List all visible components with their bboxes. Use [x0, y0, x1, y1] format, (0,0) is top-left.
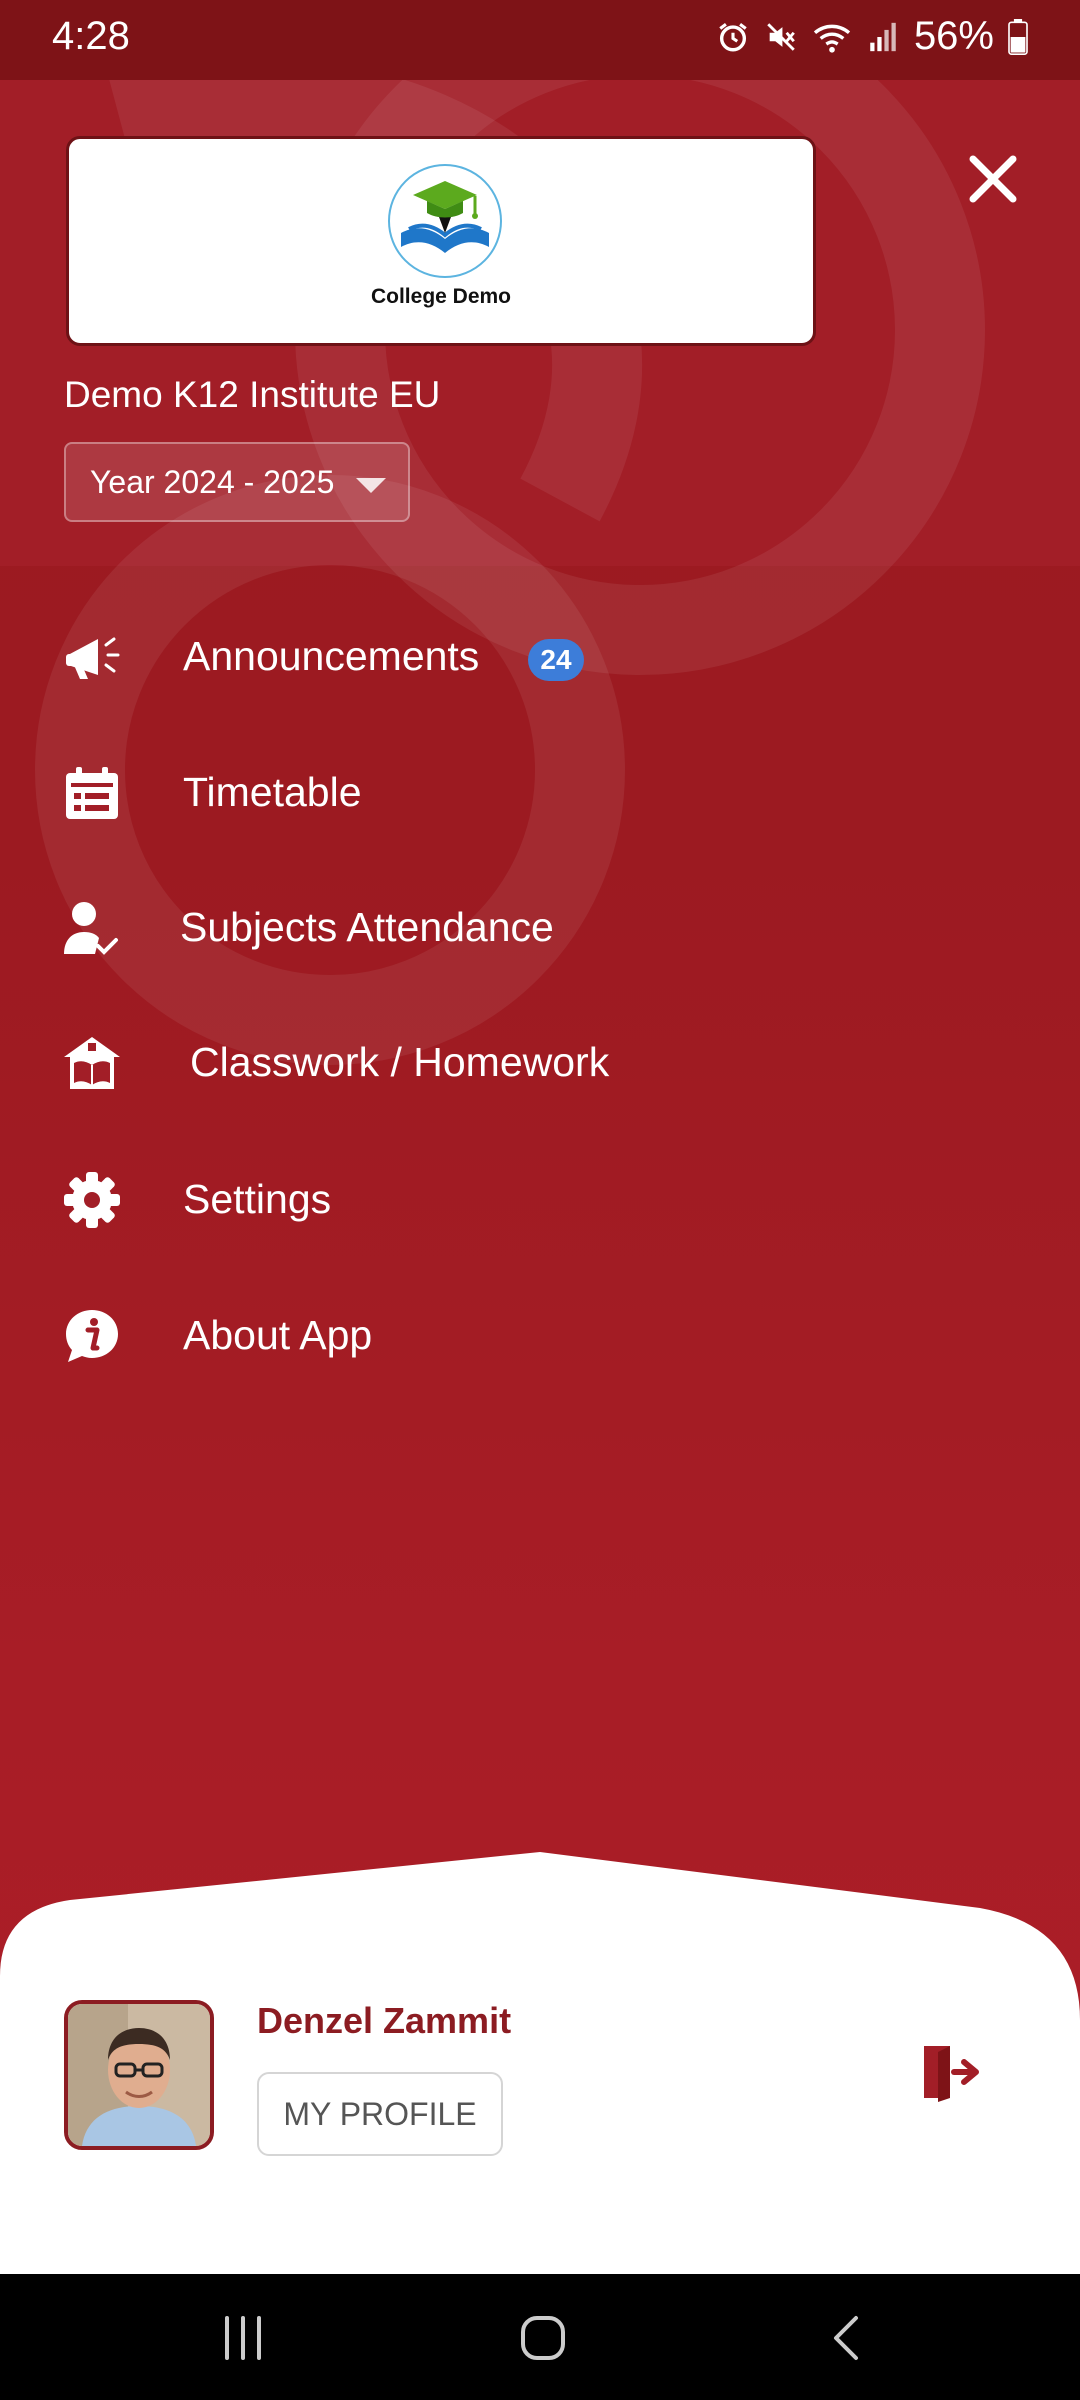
- menu-item-label: Timetable: [183, 769, 362, 815]
- menu-item-timetable[interactable]: Timetable: [0, 741, 1080, 861]
- signal-icon: [870, 22, 896, 51]
- user-check-icon: [64, 902, 118, 955]
- menu-item-label: Classwork / Homework: [190, 1039, 610, 1085]
- info-icon: [66, 1310, 118, 1362]
- status-bar: 4:28 56%: [0, 0, 1080, 80]
- graduation-cap-book-icon: [388, 164, 502, 278]
- menu-item-announcements[interactable]: Announcements 24: [0, 605, 1080, 725]
- wifi-icon: [813, 24, 851, 53]
- menu-item-label: Subjects Attendance: [180, 904, 554, 950]
- user-name: Denzel Zammit: [257, 2000, 512, 2041]
- menu-item-classwork-homework[interactable]: Classwork / Homework: [0, 1011, 1080, 1131]
- menu-item-settings[interactable]: Settings: [0, 1148, 1080, 1268]
- institution-logo-card: College Demo: [66, 136, 816, 346]
- chevron-down-icon: [356, 478, 386, 493]
- battery-percent: 56%: [913, 14, 994, 58]
- announcements-count-badge: 24: [528, 639, 584, 681]
- menu-item-label: Announcements: [183, 633, 480, 679]
- institution-name: Demo K12 Institute EU: [64, 374, 441, 415]
- calendar-icon: [66, 767, 118, 819]
- year-selector[interactable]: Year 2024 - 2025: [64, 442, 410, 522]
- gear-icon: [64, 1172, 120, 1228]
- menu-item-about-app[interactable]: About App: [0, 1284, 1080, 1404]
- home-icon[interactable]: [513, 2312, 573, 2364]
- menu-item-label: Settings: [183, 1176, 332, 1222]
- mute-icon: [767, 22, 795, 51]
- back-icon[interactable]: [818, 2312, 878, 2364]
- app-screen: 4:28 56% College Demo Demo K12 Institute…: [0, 0, 1080, 2400]
- alarm-icon: [719, 22, 747, 51]
- system-navigation-bar: [0, 2274, 1080, 2400]
- year-selector-label: Year 2024 - 2025: [90, 464, 335, 500]
- recent-apps-icon[interactable]: [213, 2312, 273, 2364]
- menu-item-subjects-attendance[interactable]: Subjects Attendance: [0, 876, 1080, 996]
- logo-caption: College Demo: [370, 285, 512, 308]
- school-book-icon: [64, 1037, 120, 1089]
- logout-icon[interactable]: [920, 2040, 984, 2104]
- close-icon[interactable]: [960, 146, 1026, 212]
- menu-item-label: About App: [183, 1312, 373, 1358]
- megaphone-icon: [66, 637, 120, 679]
- profile-photo: [68, 2004, 210, 2146]
- my-profile-button[interactable]: MY PROFILE: [257, 2072, 503, 2156]
- battery-icon: [1008, 18, 1028, 55]
- status-time: 4:28: [52, 14, 130, 58]
- avatar[interactable]: [64, 2000, 214, 2150]
